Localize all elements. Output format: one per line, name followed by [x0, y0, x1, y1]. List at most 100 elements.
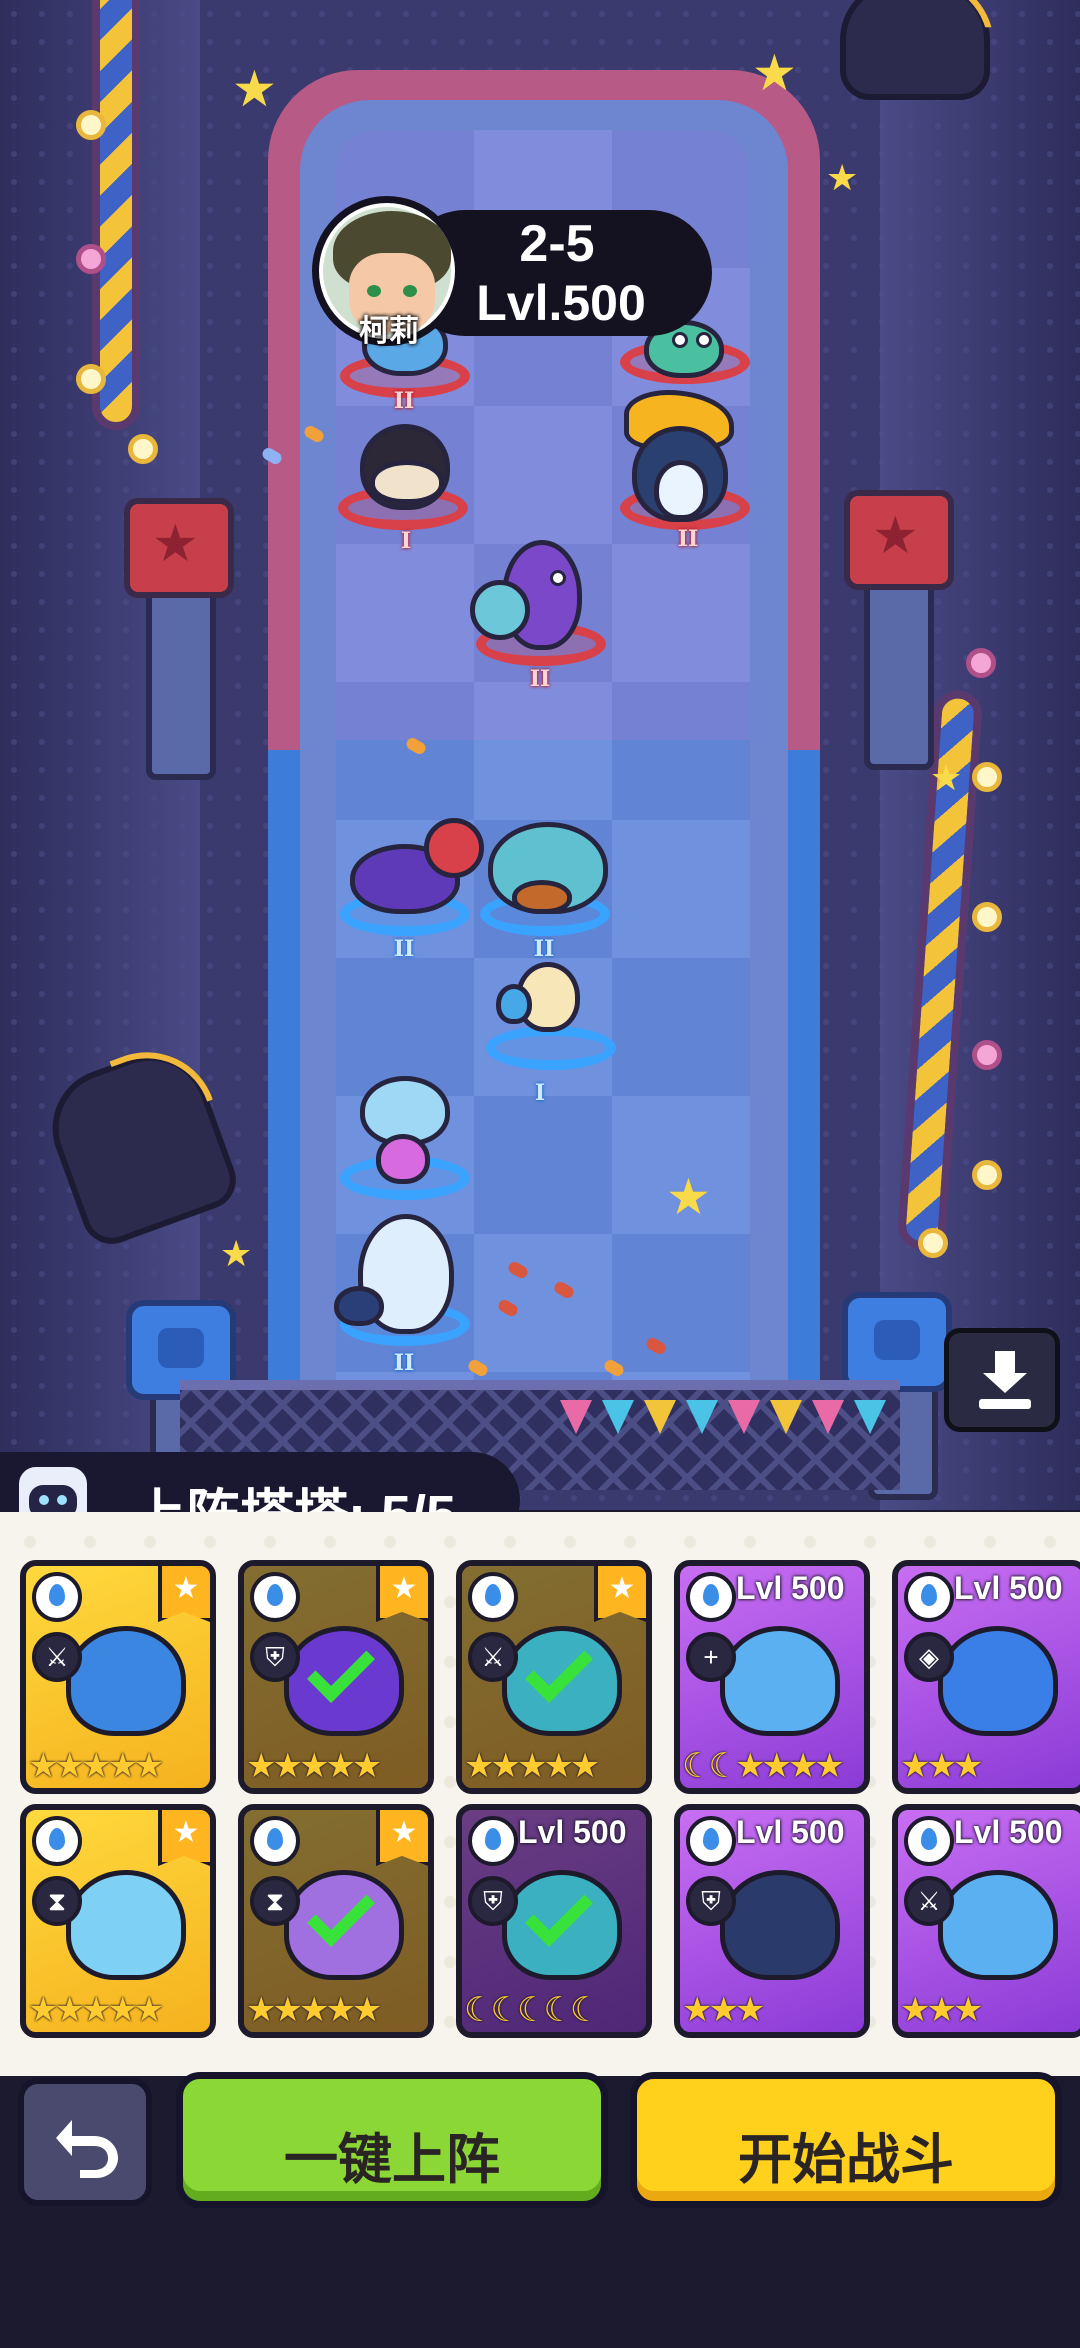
- favorite-star-icon: ★: [376, 1810, 428, 1866]
- unit-card[interactable]: ⚔ ★ ★★★★★: [456, 1560, 652, 1794]
- return-arrow-icon: [56, 2120, 118, 2178]
- left-post: [146, 580, 216, 780]
- sword-icon: ⚔: [32, 1632, 82, 1682]
- unit-card[interactable]: ⚔ Lvl 500 ★★★: [892, 1804, 1080, 2038]
- star-decoration: ★: [220, 1233, 253, 1274]
- light-bulb: [918, 1228, 948, 1258]
- player-unit-seahorse[interactable]: I: [476, 954, 626, 1106]
- sword-icon: ⚔: [468, 1632, 518, 1682]
- water-element-icon: [250, 1816, 300, 1866]
- shield-icon: ⛨: [468, 1876, 518, 1926]
- light-bulb: [76, 364, 106, 394]
- back-button[interactable]: [18, 2078, 152, 2206]
- water-element-icon: [468, 1572, 518, 1622]
- opponent-name: 柯莉: [359, 315, 419, 348]
- player-unit-shell-hermit[interactable]: II: [472, 810, 622, 970]
- unit-portrait: [720, 1626, 840, 1736]
- unit-level: Lvl 500: [954, 1570, 1063, 1606]
- star-decoration: ★: [930, 757, 963, 798]
- light-bulb: [128, 434, 158, 464]
- battle-arena: ★ ★ ★ ★ ★ ★ ★ ★ II I II II II II I II 2-…: [0, 0, 1080, 1510]
- light-bulb: [972, 1040, 1002, 1070]
- unit-level: Lvl 500: [736, 1570, 845, 1606]
- unit-level: Lvl 500: [518, 1814, 627, 1850]
- cat-face-icon: [874, 1320, 920, 1360]
- favorite-star-icon: ★: [376, 1566, 428, 1622]
- enemy-unit-chameleon[interactable]: II: [466, 530, 616, 700]
- unit-card[interactable]: ⧗ ★ ★★★★★: [238, 1804, 434, 2038]
- unit-portrait: [938, 1626, 1058, 1736]
- unit-card-grid[interactable]: ⚔ ★ ★★★★★ ⛨ ★ ★★★★★ ⚔ ★ ★★★★★ + Lvl 500 ☾☾★★★★ ◈ Lvl …: [20, 1560, 1080, 2080]
- player-unit-snow-leopard[interactable]: II: [330, 1210, 480, 1380]
- unit-rank: II: [529, 666, 551, 692]
- unit-card[interactable]: ⚔ ★ ★★★★★: [20, 1560, 216, 1794]
- water-element-icon: [32, 1572, 82, 1622]
- unit-level: Lvl 500: [736, 1814, 845, 1850]
- unit-portrait: [66, 1870, 186, 1980]
- download-icon: [979, 1351, 1031, 1409]
- shield-icon: ⛨: [686, 1876, 736, 1926]
- start-battle-label: 开始战斗: [738, 2130, 954, 2190]
- star-icon: ★: [152, 515, 199, 573]
- light-bulb: [966, 648, 996, 678]
- unit-card[interactable]: ⛨ Lvl 500 ★★★: [674, 1804, 870, 2038]
- right-red-pillar: ★: [844, 490, 954, 590]
- auto-deploy-button[interactable]: 一键上阵: [176, 2072, 608, 2208]
- unit-card[interactable]: ◈ Lvl 500 ★★★: [892, 1560, 1080, 1794]
- water-element-icon: [904, 1816, 954, 1866]
- water-element-icon: [904, 1572, 954, 1622]
- spotlight: [840, 0, 994, 100]
- player-unit-fairy-fish[interactable]: [336, 1070, 476, 1220]
- player-unit-crab[interactable]: II: [330, 810, 484, 970]
- bunting-flags: [560, 1400, 886, 1440]
- stage-label: 2-5: [519, 215, 595, 273]
- favorite-star-icon: ★: [158, 1810, 210, 1866]
- plus-icon: +: [686, 1632, 736, 1682]
- unit-rank: I: [400, 528, 412, 554]
- auto-deploy-label: 一键上阵: [284, 2130, 500, 2190]
- star-icon: ★: [872, 507, 919, 565]
- unit-stars: ★★★: [900, 1747, 983, 1785]
- unit-portrait: [720, 1870, 840, 1980]
- star-decoration: ★: [666, 1169, 711, 1225]
- unit-card[interactable]: + Lvl 500 ☾☾★★★★: [674, 1560, 870, 1794]
- start-battle-button[interactable]: 开始战斗: [630, 2072, 1062, 2208]
- unit-card[interactable]: ⛨ Lvl 500 ☾☾☾☾☾: [456, 1804, 652, 2038]
- enemy-unit-dark-cat[interactable]: I: [334, 420, 474, 560]
- water-element-icon: [686, 1816, 736, 1866]
- unit-stars: ☾☾☾☾☾: [464, 1991, 600, 2029]
- favorite-star-icon: ★: [158, 1566, 210, 1622]
- water-element-icon: [250, 1572, 300, 1622]
- unit-rank: II: [393, 936, 415, 962]
- unit-card[interactable]: ⧗ ★ ★★★★★: [20, 1804, 216, 2038]
- shield-icon: ⛨: [250, 1632, 300, 1682]
- water-element-icon: [468, 1816, 518, 1866]
- unit-stars: ★★★★★: [28, 1747, 164, 1785]
- hourglass-icon: ⧗: [250, 1876, 300, 1926]
- diamond-icon: ◈: [904, 1632, 954, 1682]
- unit-rank: I: [534, 1080, 546, 1106]
- light-bulb: [972, 762, 1002, 792]
- unit-card[interactable]: ⛨ ★ ★★★★★: [238, 1560, 434, 1794]
- enemy-unit-penguin[interactable]: II: [610, 390, 760, 560]
- unit-stars: ★★★★★: [28, 1991, 164, 2029]
- unit-stars: ★★★★★: [246, 1991, 382, 2029]
- star-decoration: ★: [826, 157, 859, 198]
- water-element-icon: [32, 1816, 82, 1866]
- light-bulb: [76, 110, 106, 140]
- water-element-icon: [686, 1572, 736, 1622]
- unit-portrait: [938, 1870, 1058, 1980]
- star-decoration: ★: [232, 61, 277, 117]
- download-button[interactable]: [944, 1328, 1060, 1432]
- light-bulb: [972, 902, 1002, 932]
- sword-icon: ⚔: [904, 1876, 954, 1926]
- unit-stars: ★★★: [682, 1991, 765, 2029]
- favorite-star-icon: ★: [594, 1566, 646, 1622]
- star-decoration: ★: [752, 45, 797, 101]
- unit-rank: II: [677, 526, 699, 552]
- unit-stars: ★★★: [900, 1991, 983, 2029]
- hourglass-icon: ⧗: [32, 1876, 82, 1926]
- roster-panel: ⚔ ★ ★★★★★ ⛨ ★ ★★★★★ ⚔ ★ ★★★★★ + Lvl 500 ☾☾★★★★ ◈ Lvl …: [0, 1512, 1080, 2132]
- unit-stars: ☾☾★★★★: [682, 1747, 845, 1785]
- unit-rank: II: [393, 1350, 415, 1376]
